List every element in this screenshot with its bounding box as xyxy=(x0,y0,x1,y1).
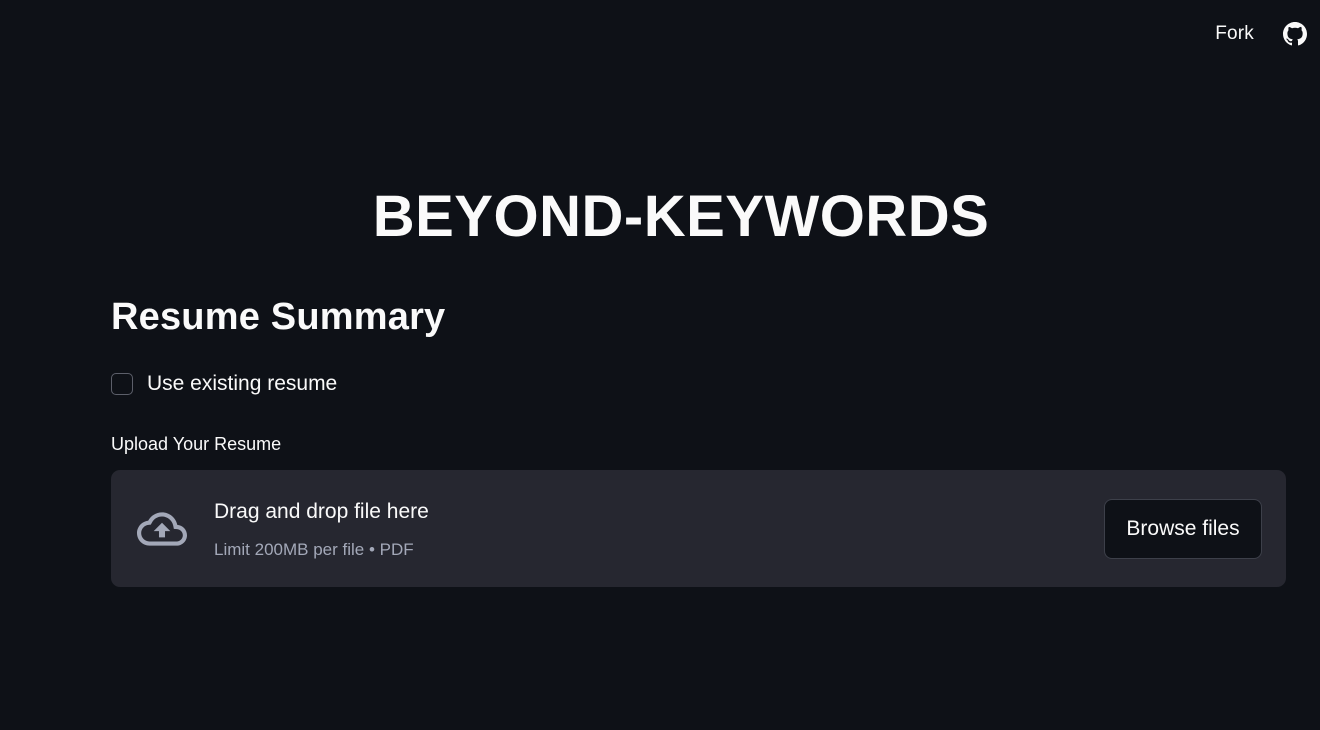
fork-link[interactable]: Fork xyxy=(1215,23,1254,45)
github-icon[interactable] xyxy=(1282,21,1308,47)
use-existing-resume-checkbox[interactable] xyxy=(111,373,133,395)
checkbox-label: Use existing resume xyxy=(147,372,338,395)
file-limit-text: Limit 200MB per file • PDF xyxy=(214,540,414,559)
file-dropzone[interactable]: Drag and drop file here Limit 200MB per … xyxy=(111,470,1286,587)
upload-label: Upload Your Resume xyxy=(111,434,282,454)
drag-drop-text: Drag and drop file here xyxy=(214,500,429,523)
app-page: Fork BEYOND-KEYWORDS Resume Summary Use … xyxy=(0,0,1320,730)
top-toolbar: Fork xyxy=(1215,0,1320,68)
browse-files-button[interactable]: Browse files xyxy=(1104,499,1262,559)
use-existing-resume-checkbox-row[interactable]: Use existing resume xyxy=(111,372,337,396)
page-title: BEYOND-KEYWORDS xyxy=(372,184,990,249)
cloud-upload-icon xyxy=(137,512,187,546)
section-heading: Resume Summary xyxy=(111,296,446,338)
